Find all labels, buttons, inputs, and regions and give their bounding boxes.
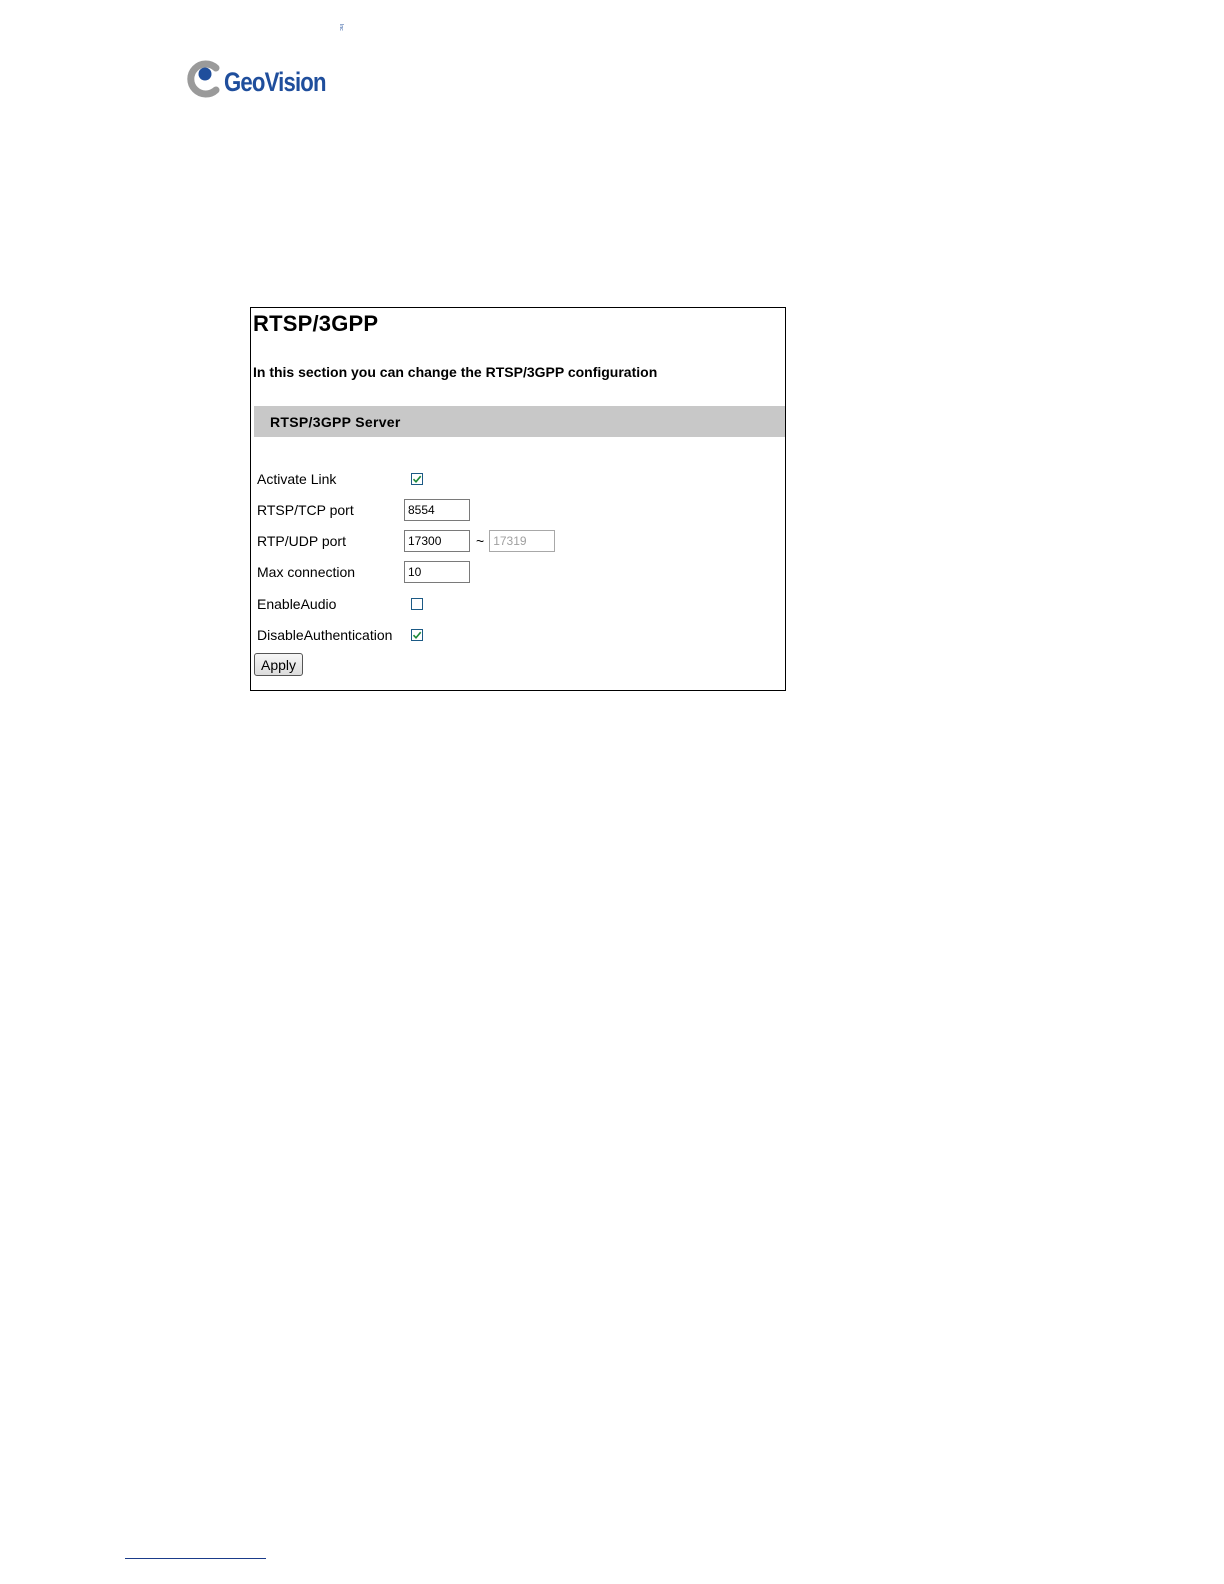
row-rtp-udp-port: RTP/UDP port ~ xyxy=(257,529,556,553)
port-range-separator: ~ xyxy=(476,533,485,549)
activate-link-checkbox[interactable] xyxy=(411,473,423,485)
row-activate-link: Activate Link xyxy=(257,467,423,491)
apply-button[interactable]: Apply xyxy=(254,653,304,676)
rtp-udp-port-label: RTP/UDP port xyxy=(257,533,346,549)
activate-link-label: Activate Link xyxy=(257,471,337,487)
rtp-udp-port-start-input[interactable] xyxy=(404,530,470,552)
logo-brand-text: GeoVision xyxy=(224,66,327,97)
enable-audio-label: EnableAudio xyxy=(257,596,337,612)
max-connection-input[interactable] xyxy=(404,561,470,583)
logo-suffix-text: Inc xyxy=(338,24,344,31)
enable-audio-checkbox[interactable] xyxy=(411,598,423,610)
row-disable-authentication: DisableAuthentication xyxy=(257,623,423,647)
geovision-logo-icon xyxy=(187,60,220,98)
checkmark-icon xyxy=(412,475,422,483)
row-max-connection: Max connection xyxy=(257,560,470,584)
rtsp-tcp-port-label: RTSP/TCP port xyxy=(257,502,354,518)
geovision-logo: GeoVision xyxy=(186,56,348,100)
rtp-udp-port-end-input xyxy=(489,530,556,552)
disable-authentication-checkbox[interactable] xyxy=(411,629,423,641)
section-header-rtsp-server: RTSP/3GPP Server xyxy=(254,406,785,437)
page-title: RTSP/3GPP xyxy=(253,311,379,336)
rtsp-config-panel: RTSP/3GPP In this section you can change… xyxy=(250,307,786,691)
row-rtsp-tcp-port: RTSP/TCP port xyxy=(257,498,470,522)
rtsp-tcp-port-input[interactable] xyxy=(404,499,470,521)
footer-divider xyxy=(125,1558,266,1559)
disable-authentication-label: DisableAuthentication xyxy=(257,627,393,643)
page-description: In this section you can change the RTSP/… xyxy=(253,364,658,380)
max-connection-label: Max connection xyxy=(257,564,356,580)
section-header-label: RTSP/3GPP Server xyxy=(270,413,401,430)
checkmark-icon xyxy=(412,631,422,639)
row-enable-audio: EnableAudio xyxy=(257,592,423,616)
